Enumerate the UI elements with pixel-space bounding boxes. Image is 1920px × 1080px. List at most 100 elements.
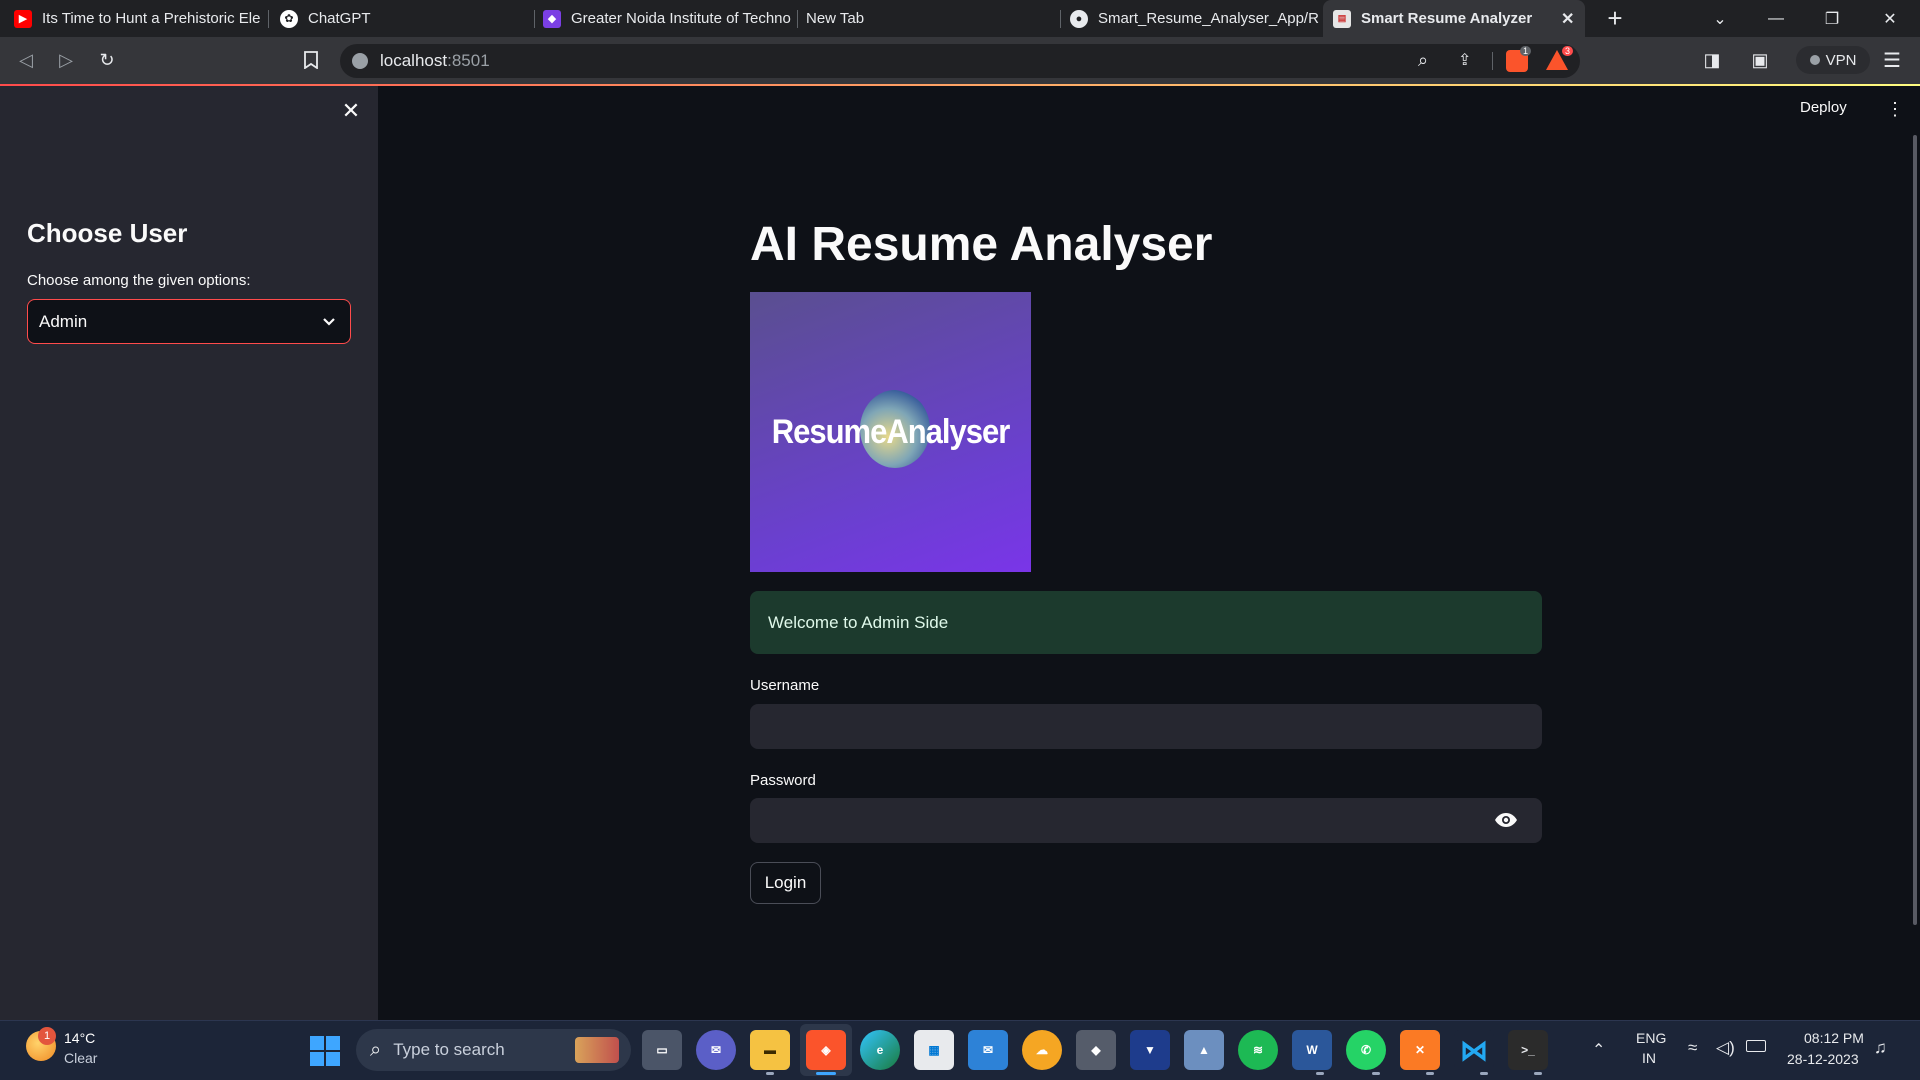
tab-smart-resume-analyzer[interactable]: ▤ Smart Resume Analyzer ✕ [1323,0,1585,37]
wifi-icon[interactable]: ≈ [1688,1038,1697,1058]
tab-new-tab[interactable]: New Tab [806,0,1056,37]
shields-badge: 1 [1520,46,1532,56]
photos-icon[interactable]: ▲ [1184,1030,1224,1070]
deploy-button[interactable]: Deploy [1800,99,1847,116]
main-menu-icon[interactable]: ⋮ [1886,99,1904,120]
sidebar-toggle-icon[interactable]: ◨ [1696,44,1728,76]
url-host: localhost [380,51,448,70]
url-port: :8501 [447,51,490,70]
close-window-button[interactable]: ✕ [1862,0,1918,37]
scrollbar[interactable] [1913,135,1917,925]
restore-button[interactable]: ❐ [1804,0,1860,37]
taskbar [0,1020,1920,1080]
vpn-button[interactable]: VPN [1796,46,1870,74]
browser-menu-icon[interactable]: ☰ [1876,44,1908,76]
tab-chatgpt[interactable]: ✿ ChatGPT [280,0,530,37]
streamlit-icon: ▤ [1333,9,1351,28]
running-indicator [1426,1072,1434,1075]
volume-icon[interactable]: ◁) [1716,1038,1735,1058]
edge-icon[interactable]: e [860,1030,900,1070]
reload-icon[interactable]: ↻ [91,44,123,76]
tab-github[interactable]: ● Smart_Resume_Analyser_App/RE [1070,0,1320,37]
wallet-icon[interactable]: ▣ [1744,44,1776,76]
whatsapp-icon[interactable]: ✆ [1346,1030,1386,1070]
youtube-icon: ▶ [14,9,32,28]
language-top[interactable]: ENG [1636,1030,1666,1046]
language-bottom[interactable]: IN [1642,1050,1656,1066]
mail-icon[interactable]: ✉ [968,1030,1008,1070]
brave-browser-icon[interactable]: ◈ [806,1030,846,1070]
username-input[interactable] [750,704,1542,749]
weather-app-icon[interactable]: ☁ [1022,1030,1062,1070]
github-icon: ● [1070,9,1088,28]
vscode-icon[interactable]: ⋈ [1454,1030,1494,1070]
tab-youtube[interactable]: ▶ Its Time to Hunt a Prehistoric Ele [14,0,266,37]
page-title: AI Resume Analyser [750,218,1213,271]
vpn-status-icon [1809,55,1820,65]
microsoft-store-icon[interactable]: ▦ [914,1030,954,1070]
welcome-success-alert: Welcome to Admin Side [750,591,1542,654]
weather-description: Clear [64,1050,98,1066]
tab-search-chevron-icon[interactable]: ⌄ [1692,0,1748,37]
back-icon[interactable]: ◁ [10,44,42,76]
chevron-down-icon [323,317,335,326]
notification-bell-icon[interactable]: ♫ [1874,1038,1887,1058]
address-bar[interactable]: localhost :8501 ⌕ ⇪ 1 3 [340,44,1580,78]
running-indicator [1534,1072,1542,1075]
site-icon: ◆ [543,9,561,28]
search-highlight-icon [575,1037,619,1063]
taskbar-search[interactable]: ⌕ Type to search [356,1029,631,1071]
clock-time[interactable]: 08:12 PM [1804,1030,1864,1046]
bookmark-icon[interactable] [295,44,327,76]
username-label: Username [750,677,820,694]
running-indicator [1372,1072,1380,1075]
task-view-icon[interactable]: ▭ [642,1030,682,1070]
xampp-icon[interactable]: ✕ [1400,1030,1440,1070]
tab-separator [268,10,269,28]
minimize-button[interactable]: — [1748,0,1804,37]
teams-chat-icon[interactable]: ✉ [696,1030,736,1070]
word-icon[interactable]: W [1292,1030,1332,1070]
omnibox-divider [1492,52,1493,70]
windows-start-icon[interactable] [310,1036,340,1066]
user-select-label: Choose among the given options: [27,272,251,289]
site-info-icon[interactable] [352,53,368,69]
rewards-badge: 3 [1562,46,1574,56]
spotify-icon[interactable]: ≋ [1238,1030,1278,1070]
battery-icon[interactable] [1746,1040,1766,1052]
search-icon: ⌕ [370,1038,382,1061]
tab-gnit[interactable]: ◆ Greater Noida Institute of Techno [543,0,793,37]
password-label: Password [750,772,816,789]
active-indicator [816,1072,836,1075]
new-tab-button[interactable]: + [1602,5,1628,32]
resume-analyser-logo: ResumeAnalyser [750,292,1031,572]
running-indicator [1316,1072,1324,1075]
share-icon[interactable]: ⇪ [1458,50,1471,70]
user-select-value: Admin [39,311,88,331]
chatgpt-icon: ✿ [280,9,298,28]
close-tab-icon[interactable]: ✕ [1561,9,1574,29]
tab-separator [1060,10,1061,28]
running-indicator [766,1072,774,1075]
tab-separator [534,10,535,28]
terminal-icon[interactable]: >_ [1508,1030,1548,1070]
welcome-message: Welcome to Admin Side [768,612,949,632]
close-sidebar-icon[interactable]: ✕ [340,98,362,123]
weather-temperature: 14°C [64,1030,96,1046]
tray-overflow-chevron-icon[interactable]: ⌃ [1592,1040,1605,1060]
file-explorer-icon[interactable]: ▬ [750,1030,790,1070]
clock-date[interactable]: 28-12-2023 [1787,1051,1859,1067]
user-select[interactable]: Admin [27,299,351,344]
zoom-icon[interactable]: ⌕ [1418,50,1428,71]
login-button[interactable]: Login [750,862,821,904]
show-password-icon[interactable] [1494,811,1518,829]
sidebar-title: Choose User [27,218,188,248]
forward-icon[interactable]: ▷ [50,44,82,76]
weather-badge: 1 [38,1027,56,1045]
tab-separator [797,10,798,28]
search-placeholder: Type to search [393,1040,505,1059]
running-indicator [1480,1072,1488,1075]
password-input[interactable] [750,798,1542,843]
app-icon[interactable]: ▼ [1130,1030,1170,1070]
unity-icon[interactable]: ◆ [1076,1030,1116,1070]
